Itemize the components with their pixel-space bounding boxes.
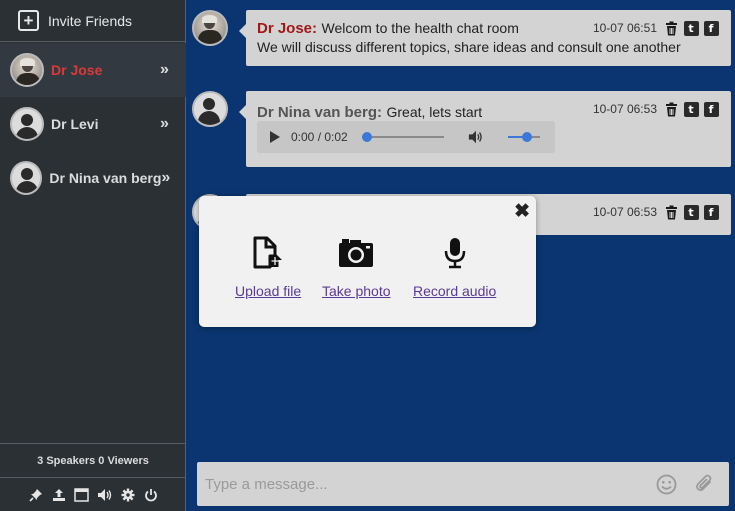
sidebar-user-dr-nina-van-berg[interactable]: Dr Nina van berg » xyxy=(0,151,186,205)
avatar xyxy=(10,161,43,195)
facebook-icon[interactable]: f xyxy=(703,101,719,117)
window-icon[interactable] xyxy=(74,487,89,502)
message-text: Welcom to the health chat room xyxy=(321,20,519,36)
audio-player: 0:00 / 0:02 xyxy=(257,121,555,153)
pin-icon[interactable] xyxy=(28,487,43,502)
record-audio-option: Record audio xyxy=(413,236,496,299)
sidebar-user-name: Dr Nina van berg xyxy=(49,170,162,186)
message-bubble: Dr Nina van berg: Great, lets start 10-0… xyxy=(239,91,731,167)
power-icon[interactable] xyxy=(143,487,158,502)
message-time: 10-07 06:53 xyxy=(592,205,657,219)
message-avatar xyxy=(192,91,228,127)
sidebar-toolbar xyxy=(0,477,186,511)
message-text: We will discuss different topics, share … xyxy=(257,39,681,55)
double-chevron-right-icon: » xyxy=(161,169,170,186)
invite-friends-label: Invite Friends xyxy=(48,12,133,29)
file-upload-icon[interactable] xyxy=(251,236,285,275)
play-icon[interactable] xyxy=(267,129,283,145)
emoji-icon[interactable] xyxy=(655,473,677,495)
audio-time: 0:00 / 0:02 xyxy=(291,130,348,144)
audience-stats: 3 Speakers 0 Viewers xyxy=(0,443,186,477)
audio-volume-slider[interactable] xyxy=(507,131,540,143)
message-meta: 10-07 06:51 t f xyxy=(593,20,719,36)
take-photo-option: Take photo xyxy=(322,236,391,299)
take-photo-link[interactable]: Take photo xyxy=(322,283,391,299)
upload-icon[interactable] xyxy=(51,487,66,502)
message-text: Great, lets start xyxy=(386,104,483,120)
message-bubble: Dr Jose: Welcom to the health chat room … xyxy=(239,10,731,66)
twitter-icon[interactable]: t xyxy=(683,101,699,117)
trash-icon[interactable] xyxy=(663,204,679,220)
sidebar-user-dr-jose[interactable]: Dr Jose » xyxy=(0,43,186,97)
sidebar-user-name: Dr Jose xyxy=(51,62,103,78)
audio-progress-slider[interactable] xyxy=(361,131,444,143)
plus-icon: + xyxy=(18,10,39,31)
attachment-popup: ✖ Upload file Take photo Record audio xyxy=(199,196,536,327)
microphone-icon[interactable] xyxy=(438,236,472,275)
twitter-icon[interactable]: t xyxy=(683,20,699,36)
invite-friends-button[interactable]: + Invite Friends xyxy=(0,0,186,42)
volume-icon[interactable] xyxy=(97,487,112,502)
twitter-icon[interactable]: t xyxy=(683,204,699,220)
message-time: 10-07 06:51 xyxy=(592,21,657,35)
message-time: 10-07 06:53 xyxy=(592,102,657,116)
sidebar-user-dr-levi[interactable]: Dr Levi » xyxy=(0,97,186,151)
message-avatar xyxy=(192,10,228,46)
avatar xyxy=(10,53,44,87)
message-composer xyxy=(197,462,729,506)
double-chevron-right-icon: » xyxy=(160,61,169,78)
message-input[interactable] xyxy=(197,462,637,506)
record-audio-link[interactable]: Record audio xyxy=(413,283,496,299)
sidebar: + Invite Friends Dr Jose » Dr Levi » Dr … xyxy=(0,0,186,511)
camera-icon[interactable] xyxy=(338,236,374,275)
trash-icon[interactable] xyxy=(663,101,679,117)
paperclip-icon[interactable] xyxy=(693,472,715,494)
message-meta: 10-07 06:53 t f xyxy=(593,204,719,220)
sidebar-user-name: Dr Levi xyxy=(51,116,99,132)
upload-file-option: Upload file xyxy=(235,236,301,299)
message-meta: 10-07 06:53 t f xyxy=(593,101,719,117)
double-chevron-right-icon: » xyxy=(160,115,169,132)
message-sender: Dr Nina van berg: xyxy=(257,104,383,121)
close-icon[interactable]: ✖ xyxy=(514,200,530,223)
trash-icon[interactable] xyxy=(663,20,679,36)
facebook-icon[interactable]: f xyxy=(703,204,719,220)
volume-icon[interactable] xyxy=(468,129,484,145)
upload-file-link[interactable]: Upload file xyxy=(235,283,301,299)
message-sender: Dr Jose: xyxy=(257,20,318,37)
avatar xyxy=(10,107,44,141)
gear-icon[interactable] xyxy=(120,487,135,502)
facebook-icon[interactable]: f xyxy=(703,20,719,36)
